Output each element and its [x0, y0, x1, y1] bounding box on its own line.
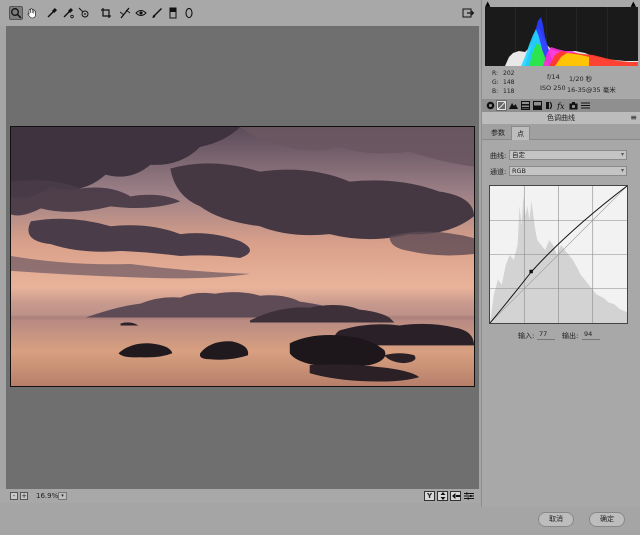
tab-split-toning[interactable]: [532, 100, 543, 111]
tone-curve-editor[interactable]: [489, 185, 628, 324]
zoom-dropdown[interactable]: ▾: [58, 492, 67, 500]
color-sampler-tool-button[interactable]: [61, 6, 75, 20]
straighten-tool-button[interactable]: [118, 6, 132, 20]
export-icon: [462, 8, 474, 18]
magnifier-icon: [11, 8, 22, 19]
curve-point-handle[interactable]: [529, 269, 533, 274]
before-after-toggle-button[interactable]: Y: [424, 491, 435, 501]
tone-curve-icon: [497, 101, 506, 110]
iso-value: ISO 250: [540, 84, 566, 92]
presets-icon: [581, 102, 590, 109]
info-readout: R: 202 G: 148 B: 118 f/14 1/20 秒 ISO 250…: [485, 68, 638, 98]
image-canvas[interactable]: [6, 26, 479, 489]
crop-icon: [101, 8, 111, 18]
radial-filter-tool-button[interactable]: [182, 6, 196, 20]
tab-detail[interactable]: [508, 100, 519, 111]
graduated-filter-icon: [169, 7, 177, 19]
tab-effects[interactable]: fx: [556, 100, 567, 111]
photo-preview[interactable]: [10, 126, 475, 387]
swap-settings-button[interactable]: [437, 491, 448, 501]
brush-icon: [152, 8, 162, 18]
crop-tool-button[interactable]: [99, 6, 113, 20]
svg-text:fx: fx: [557, 102, 565, 110]
split-toning-icon: [533, 101, 542, 110]
zoom-out-button[interactable]: -: [10, 492, 18, 500]
tone-curve-graph[interactable]: [490, 186, 627, 323]
curve-label: 曲线:: [490, 152, 507, 160]
camera-icon: [569, 102, 578, 110]
tab-hsl[interactable]: [520, 100, 531, 111]
histogram: [485, 7, 638, 66]
tab-lens-corrections[interactable]: [544, 100, 555, 111]
output-field[interactable]: 94: [582, 329, 600, 340]
status-bar: - + 16.9% ▾ Y: [0, 489, 480, 503]
channel-label: 通道:: [490, 168, 507, 176]
cancel-button[interactable]: 取消: [538, 512, 574, 527]
tab-presets[interactable]: [580, 100, 591, 111]
chevron-down-icon: ▾: [620, 167, 624, 174]
panel-tabs: fx: [482, 99, 640, 112]
copy-settings-button[interactable]: [450, 491, 461, 501]
curve-select[interactable]: 自定 ▾: [509, 150, 627, 160]
mountain-icon: [509, 103, 518, 109]
lens-icon: [546, 101, 553, 110]
chevron-down-icon: ▾: [620, 151, 624, 158]
copy-arrow-icon: [451, 493, 460, 499]
section-title: 色调曲线 ≡: [482, 112, 640, 124]
histogram-graph: [485, 7, 638, 66]
aperture-value: f/14: [547, 73, 560, 81]
ok-button[interactable]: 确定: [589, 512, 625, 527]
tab-point[interactable]: 点: [511, 126, 530, 140]
g-value: 148: [503, 79, 515, 86]
zoom-level: 16.9%: [36, 492, 59, 500]
tab-basic[interactable]: [485, 100, 496, 111]
hsl-icon: [521, 101, 530, 110]
tab-parametric[interactable]: 参数: [486, 126, 510, 140]
graduated-filter-tool-button[interactable]: [166, 6, 180, 20]
swap-icon: [440, 492, 445, 500]
red-eye-icon: [135, 10, 147, 16]
curve-value: 自定: [512, 151, 525, 159]
adjustments-panel: ▲ ▲ R: 202 G: 148 B: 118 f/14 1/20 秒 ISO…: [481, 0, 640, 507]
target-adjust-tool-button[interactable]: [77, 6, 91, 20]
tone-curve-title: 色调曲线: [547, 114, 575, 122]
output-label: 输出:: [562, 332, 579, 340]
r-value: 202: [503, 70, 515, 77]
b-value: 118: [503, 88, 515, 95]
panel-menu-icon[interactable]: ≡: [630, 112, 637, 124]
zoom-in-button[interactable]: +: [20, 492, 28, 500]
g-label: G:: [492, 79, 499, 86]
sunset-landscape-image: [11, 127, 474, 386]
r-label: R:: [492, 70, 499, 77]
red-eye-tool-button[interactable]: [134, 6, 148, 20]
target-adjust-icon: [78, 7, 89, 18]
zoom-tool-button[interactable]: [9, 6, 23, 20]
toolbar: [0, 0, 480, 26]
lens-value: 16-35@35 毫米: [567, 86, 616, 94]
hand-icon: [27, 8, 36, 19]
input-field[interactable]: 77: [537, 329, 555, 340]
channel-value: RGB: [512, 167, 527, 175]
settings-menu-button[interactable]: [463, 491, 474, 501]
straighten-icon: [119, 7, 131, 19]
aperture-icon: [486, 101, 495, 110]
white-balance-tool-button[interactable]: [45, 6, 59, 20]
tab-tone-curve[interactable]: [496, 100, 507, 111]
sliders-icon: [463, 492, 474, 500]
adjustment-brush-tool-button[interactable]: [150, 6, 164, 20]
shutter-value: 1/20 秒: [569, 75, 593, 83]
curve-subtabs: 参数 点: [482, 124, 640, 140]
fx-icon: fx: [557, 102, 565, 110]
color-sampler-icon: [63, 8, 74, 19]
yy-icon: Y: [426, 492, 433, 500]
input-label: 输入:: [518, 332, 535, 340]
channel-select[interactable]: RGB ▾: [509, 166, 627, 176]
tab-camera-calibration[interactable]: [568, 100, 579, 111]
open-preferences-button[interactable]: [461, 6, 475, 20]
radial-filter-icon: [185, 7, 193, 19]
eyedropper-icon: [47, 8, 57, 18]
b-label: B:: [492, 88, 499, 95]
hand-tool-button[interactable]: [25, 6, 39, 20]
